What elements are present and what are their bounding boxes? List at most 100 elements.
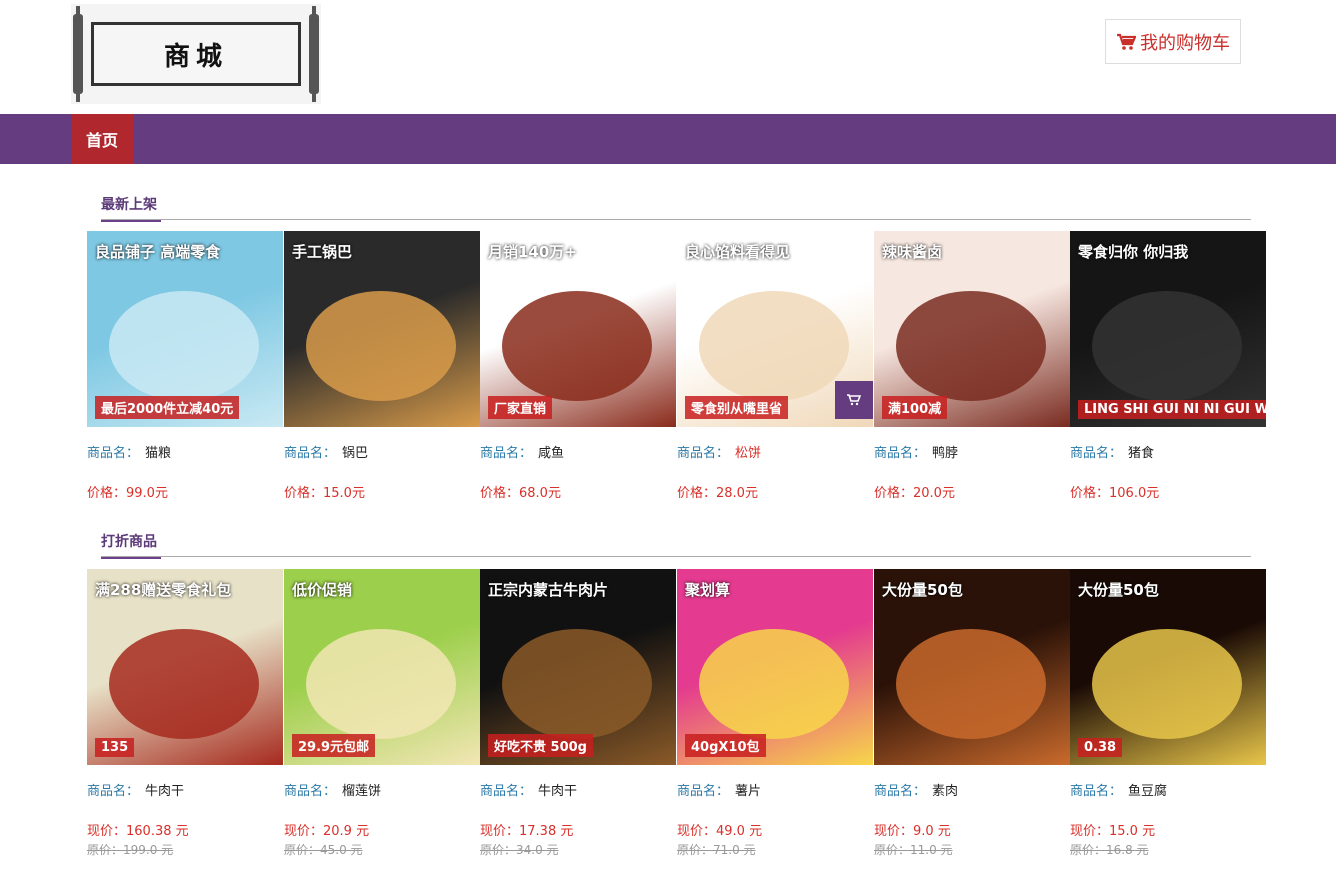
product-card[interactable]: 良心馅料看得见零食别从嘴里省商品名： 松饼价格：28.0元 (677, 231, 873, 501)
original-price: 原价：34.0 元 (480, 843, 559, 857)
product-price: 价格：106.0元 (1070, 486, 1160, 501)
product-name-key: 商品名： (874, 784, 927, 799)
product-photo (1092, 629, 1242, 739)
image-promo-text: 厂家直销 (488, 396, 553, 419)
product-name-key: 商品名： (87, 446, 140, 461)
product-name: 商品名： 锅巴 (284, 442, 368, 461)
product-card[interactable]: 聚划算 40gX10包 商品名： 薯片 现价：49.0 元原价：71.0 元 (677, 569, 873, 857)
product-name-key: 商品名： (874, 446, 927, 461)
product-card[interactable]: 大份量50包 商品名： 素肉 现价：9.0 元原价：11.0 元 (874, 569, 1070, 857)
my-cart-button[interactable]: 我的购物车 (1105, 19, 1241, 64)
product-name-key: 商品名： (284, 784, 337, 799)
product-card[interactable]: 大份量50包 0.38 商品名： 鱼豆腐 现价：15.0 元原价：16.8 元 (1070, 569, 1266, 857)
product-image[interactable]: 月销140万+ 厂家直销 (480, 231, 676, 427)
product-image[interactable]: 零食归你 你归我 LING SHI GUI NI NI GUI WO (1070, 231, 1266, 427)
product-name-key: 商品名： (480, 784, 533, 799)
product-card[interactable]: 月销140万+ 厂家直销 商品名： 咸鱼 价格：68.0元 (480, 231, 676, 501)
product-image[interactable]: 大份量50包 0.38 (1070, 569, 1266, 765)
nav-item-home[interactable]: 首页 (71, 114, 133, 164)
product-card[interactable]: 零食归你 你归我 LING SHI GUI NI NI GUI WO 商品名： 猪食价… (1070, 231, 1266, 501)
product-name-key: 商品名： (1070, 446, 1123, 461)
original-price: 原价：16.8 元 (1070, 843, 1149, 857)
site-logo[interactable]: 商城 (71, 4, 321, 104)
product-photo (306, 629, 456, 739)
image-banner-text: 手工锅巴 (292, 243, 353, 261)
product-name-value[interactable]: 猪食 (1128, 446, 1154, 461)
product-name: 商品名： 猫粮 (87, 442, 171, 461)
product-name-value[interactable]: 猫粮 (145, 446, 171, 461)
product-name-value[interactable]: 榴莲饼 (342, 784, 381, 799)
current-price: 现价：9.0 元 (874, 824, 951, 839)
product-price: 价格：20.0元 (874, 486, 955, 501)
image-promo-text: 29.9元包邮 (292, 734, 376, 757)
product-image[interactable]: 聚划算 40gX10包 (677, 569, 873, 765)
product-card[interactable]: 低价促销 29.9元包邮 商品名： 榴莲饼 现价：20.9 元原价：45.0 元 (284, 569, 480, 857)
image-banner-text: 大份量50包 (882, 581, 963, 599)
product-price: 价格：28.0元 (677, 486, 758, 501)
product-image[interactable]: 辣味酱卤 满100减 (874, 231, 1070, 427)
product-photo (109, 629, 259, 739)
product-name: 商品名： 榴莲饼 (284, 780, 381, 799)
section-title-new: 最新上架 (101, 194, 161, 222)
current-price: 现价：49.0 元 (677, 824, 763, 839)
product-image[interactable]: 正宗内蒙古牛肉片 好吃不贵 500g (480, 569, 676, 765)
product-photo (502, 291, 652, 401)
cart-label: 我的购物车 (1140, 32, 1230, 54)
image-promo-text: 最后2000件立减40元 (95, 396, 240, 419)
product-name-value[interactable]: 鱼豆腐 (1128, 784, 1167, 799)
product-photo (502, 629, 652, 739)
product-card[interactable]: 满288赠送零食礼包 135 商品名： 牛肉干现价：160.38 元原价：199.0 … (87, 569, 283, 857)
product-name-value[interactable]: 薯片 (735, 784, 761, 799)
section-divider (101, 556, 1251, 557)
product-name: 商品名： 咸鱼 (480, 442, 564, 461)
product-name-value[interactable]: 鸭脖 (932, 446, 958, 461)
original-price: 原价：71.0 元 (677, 843, 756, 857)
product-name: 商品名： 鸭脖 (874, 442, 958, 461)
product-price: 价格：15.0元 (284, 486, 365, 501)
product-card[interactable]: 正宗内蒙古牛肉片 好吃不贵 500g 商品名： 牛肉干现价：17.38 元原价：34.… (480, 569, 676, 857)
original-price: 原价：45.0 元 (284, 843, 363, 857)
product-image[interactable]: 低价促销 29.9元包邮 (284, 569, 480, 765)
product-image[interactable]: 大份量50包 (874, 569, 1070, 765)
product-name-value[interactable]: 松饼 (735, 446, 761, 461)
product-card[interactable]: 辣味酱卤 满100减商品名： 鸭脖价格：20.0元 (874, 231, 1070, 501)
logo-text: 商城 (91, 22, 301, 86)
image-banner-text: 良心馅料看得见 (685, 243, 791, 261)
current-price: 现价：17.38 元 (480, 824, 574, 839)
product-image[interactable]: 良心馅料看得见零食别从嘴里省 (677, 231, 873, 427)
section-title-discount: 打折商品 (101, 531, 161, 559)
current-price: 现价：160.38 元 (87, 824, 189, 839)
product-image[interactable]: 手工锅巴 (284, 231, 480, 427)
product-name-value[interactable]: 牛肉干 (538, 784, 577, 799)
product-name: 商品名： 牛肉干 (87, 780, 184, 799)
image-banner-text: 低价促销 (292, 581, 353, 599)
product-photo (306, 291, 456, 401)
product-card[interactable]: 良品铺子 高端零食 最后2000件立减40元 商品名： 猫粮 价格：99.0元 (87, 231, 283, 501)
product-image[interactable]: 良品铺子 高端零食最后2000件立减40元 (87, 231, 283, 427)
image-promo-text: 满100减 (882, 396, 948, 419)
product-name-key: 商品名： (480, 446, 533, 461)
image-promo-text: 好吃不贵 500g (488, 734, 593, 757)
product-name-key: 商品名： (677, 446, 730, 461)
image-promo-text: 40gX10包 (685, 734, 766, 757)
product-name-value[interactable]: 牛肉干 (145, 784, 184, 799)
product-image[interactable]: 满288赠送零食礼包 135 (87, 569, 283, 765)
product-name: 商品名： 鱼豆腐 (1070, 780, 1167, 799)
product-photo (896, 629, 1046, 739)
product-photo (1092, 291, 1242, 401)
product-name: 商品名： 牛肉干 (480, 780, 577, 799)
section-divider (101, 219, 1251, 220)
original-price: 原价：199.0 元 (87, 843, 174, 857)
product-photo (699, 629, 849, 739)
product-name-value[interactable]: 锅巴 (342, 446, 368, 461)
scroll-rod-left (73, 6, 83, 102)
product-name-value[interactable]: 咸鱼 (538, 446, 564, 461)
image-banner-text: 月销140万+ (488, 243, 577, 261)
product-name-value[interactable]: 素肉 (932, 784, 958, 799)
image-promo-text: 零食别从嘴里省 (685, 396, 789, 419)
image-banner-text: 良品铺子 高端零食 (95, 243, 221, 261)
add-to-cart-button[interactable] (835, 381, 873, 419)
product-photo (699, 291, 849, 401)
image-promo-text: LING SHI GUI NI NI GUI WO (1078, 400, 1266, 419)
product-card[interactable]: 手工锅巴商品名： 锅巴价格：15.0元 (284, 231, 480, 501)
